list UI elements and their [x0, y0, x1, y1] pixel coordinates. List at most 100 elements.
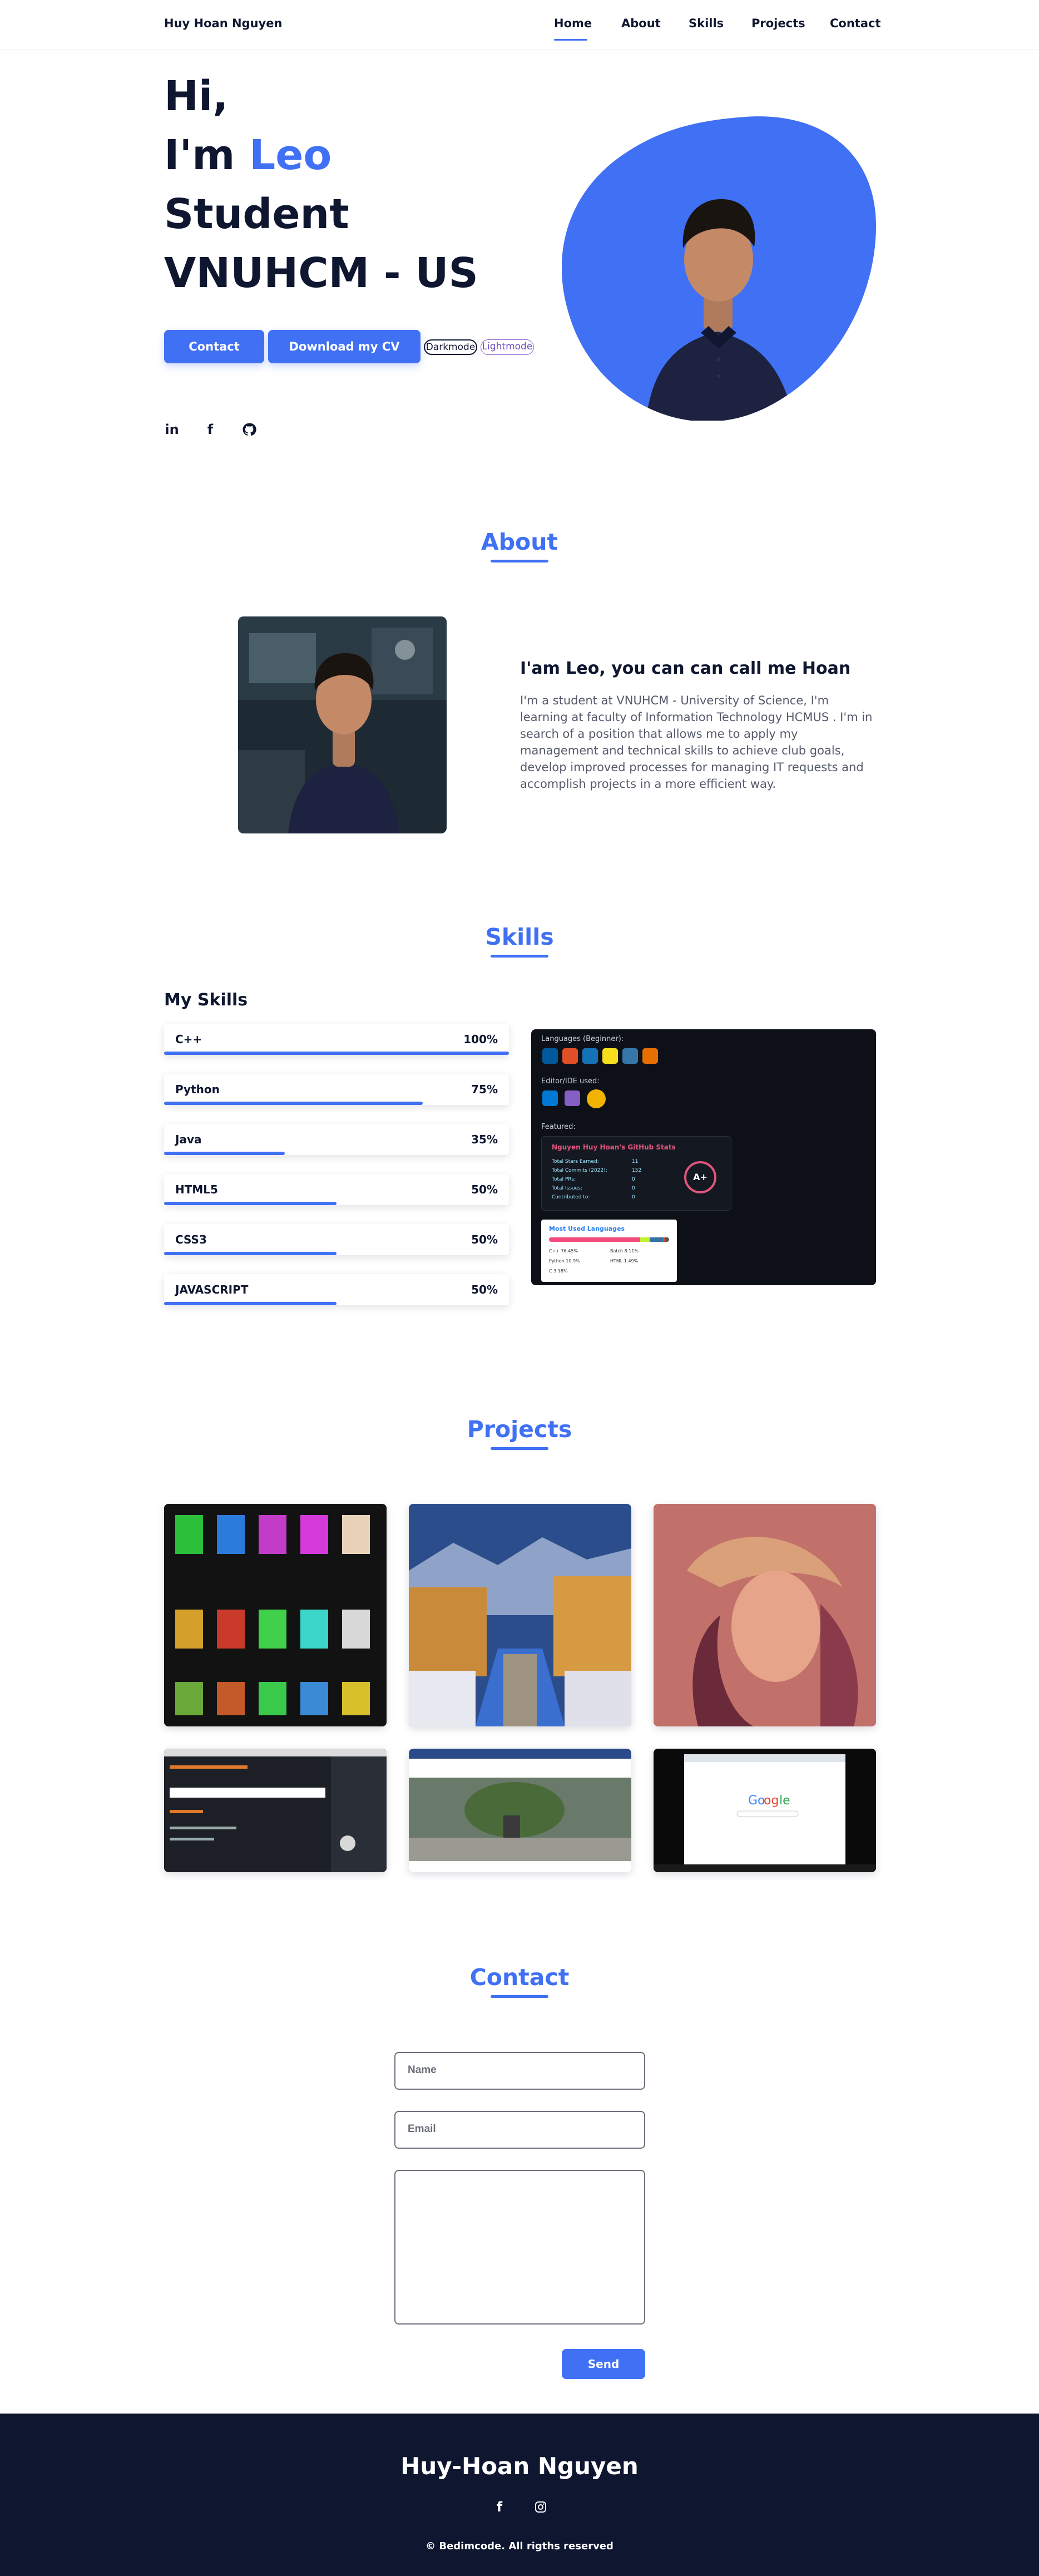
skill-percent: 50% [471, 1283, 498, 1296]
stats-title: Nguyen Huy Hoan's GitHub Stats [552, 1143, 676, 1151]
project-card-photo-site[interactable] [409, 1749, 631, 1872]
copyright-text: © Bedimcode. All rigths reserved [426, 2540, 613, 2552]
skill-percent: 50% [471, 1233, 498, 1246]
skill-bar [164, 1102, 423, 1105]
nav-skills[interactable]: Skills [689, 17, 724, 30]
send-button[interactable]: Send [562, 2349, 645, 2379]
python-icon [622, 1048, 638, 1064]
project-card-city-canal[interactable] [409, 1504, 631, 1726]
nav-home[interactable]: Home [554, 17, 592, 30]
project-card-google-clone[interactable]: Go og le [654, 1749, 876, 1872]
languages-label: Languages (Beginner): [541, 1035, 624, 1043]
nav-projects[interactable]: Projects [751, 17, 805, 30]
stat-value: 11 [632, 1159, 639, 1164]
message-field[interactable] [394, 2170, 645, 2325]
stat-value: 152 [632, 1168, 642, 1173]
hero-line-2: I'm Leo [164, 126, 478, 185]
hero-portrait [561, 115, 876, 422]
site-header: Huy Hoan Nguyen Home About Skills Projec… [0, 0, 1039, 50]
stat-label: Total Stars Earned: [552, 1159, 599, 1164]
skill-item: CSS3 50% [164, 1224, 509, 1255]
darkmode-toggle[interactable]: Darkmode [424, 339, 477, 355]
site-footer: Huy-Hoan Nguyen f © Bedimcode. All rigth… [0, 2414, 1039, 2576]
facebook-icon[interactable]: f [200, 420, 220, 440]
skill-bar [164, 1252, 337, 1255]
stat-label: Total PRs: [552, 1177, 576, 1182]
skill-name: Java [175, 1133, 202, 1146]
skill-name: JAVASCRIPT [175, 1283, 249, 1296]
java-icon [642, 1048, 658, 1064]
about-heading: I'am Leo, you can can call me Hoan [520, 659, 851, 678]
codeblocks-icon [587, 1089, 606, 1108]
lang-bar-c [665, 1237, 669, 1242]
nav-contact[interactable]: Contact [830, 17, 881, 30]
about-title-underline [491, 560, 548, 562]
email-field[interactable]: Email [394, 2111, 645, 2149]
name-field[interactable]: Name [394, 2052, 645, 2090]
hero-title: Hi, I'm Leo Student VNUHCM - US [164, 67, 478, 303]
lang-bar-cpp [549, 1237, 641, 1242]
github-icon[interactable] [239, 420, 259, 440]
lang-item: Python 10.9% [549, 1259, 580, 1264]
lang-bar-batch [640, 1237, 650, 1242]
javascript-icon [602, 1048, 618, 1064]
stat-value: 0 [632, 1195, 635, 1200]
contact-button[interactable]: Contact [164, 330, 264, 363]
my-skills-heading: My Skills [164, 990, 248, 1010]
skill-percent: 100% [463, 1033, 498, 1046]
featured-label: Featured: [541, 1123, 576, 1131]
project-card-lena[interactable] [654, 1504, 876, 1726]
skill-bar [164, 1302, 337, 1305]
lang-item: C 3.18% [549, 1269, 568, 1274]
nav-active-indicator [554, 39, 587, 41]
cpp-icon [542, 1048, 558, 1064]
github-readme-card: Languages (Beginner): Editor/IDE used: F… [531, 1029, 876, 1285]
project-card-pixel-art[interactable] [164, 1504, 387, 1726]
skill-name: Python [175, 1083, 220, 1096]
skills-title: Skills [485, 924, 554, 950]
stat-label: Total Issues: [552, 1186, 582, 1191]
hero-line-4: VNUHCM - US [164, 249, 478, 297]
skill-bar [164, 1152, 285, 1155]
skill-item: Python 75% [164, 1074, 509, 1105]
lang-item: Batch 8.11% [610, 1248, 639, 1254]
facebook-icon[interactable]: f [489, 2497, 509, 2517]
projects-title: Projects [467, 1416, 572, 1443]
langs-bar [549, 1237, 669, 1242]
stat-value: 0 [632, 1177, 635, 1182]
hero-line-3: Student [164, 190, 349, 238]
brand-logo[interactable]: Huy Hoan Nguyen [164, 17, 282, 30]
lang-bar-python [650, 1237, 664, 1242]
nav-about[interactable]: About [621, 17, 661, 30]
skill-percent: 50% [471, 1183, 498, 1196]
contact-title: Contact [469, 1964, 570, 1991]
skill-item: JAVASCRIPT 50% [164, 1274, 509, 1305]
github-stats-card: Nguyen Huy Hoan's GitHub Stats Total Sta… [541, 1136, 731, 1211]
skill-name: CSS3 [175, 1233, 207, 1246]
lightmode-toggle[interactable]: Lightmode [481, 339, 534, 355]
skill-name: C++ [175, 1033, 202, 1046]
skill-bar [164, 1202, 337, 1205]
download-cv-button[interactable]: Download my CV [268, 330, 420, 363]
skill-name: HTML5 [175, 1183, 218, 1196]
stat-label: Total Commits (2022): [552, 1168, 607, 1173]
editors-label: Editor/IDE used: [541, 1077, 600, 1085]
linkedin-icon[interactable]: in [162, 420, 182, 440]
stats-grade: A+ [684, 1161, 716, 1193]
stat-label: Contributed to: [552, 1195, 590, 1200]
about-photo [238, 616, 447, 833]
project-card-terminal-app[interactable] [164, 1749, 387, 1872]
instagram-icon[interactable] [531, 2497, 551, 2517]
about-description: I'm a student at VNUHCM - University of … [520, 694, 873, 791]
svg-text:Go: Go [748, 1794, 765, 1808]
svg-text:og: og [764, 1794, 779, 1808]
skill-item: Java 35% [164, 1124, 509, 1155]
skills-title-underline [491, 955, 548, 958]
skill-item: HTML5 50% [164, 1174, 509, 1205]
css3-icon [582, 1048, 598, 1064]
vscode-icon [542, 1090, 558, 1106]
hero-name: Leo [249, 131, 332, 179]
lang-item: C++ 76.45% [549, 1248, 578, 1254]
contact-title-underline [491, 1995, 548, 1998]
html5-icon [562, 1048, 578, 1064]
